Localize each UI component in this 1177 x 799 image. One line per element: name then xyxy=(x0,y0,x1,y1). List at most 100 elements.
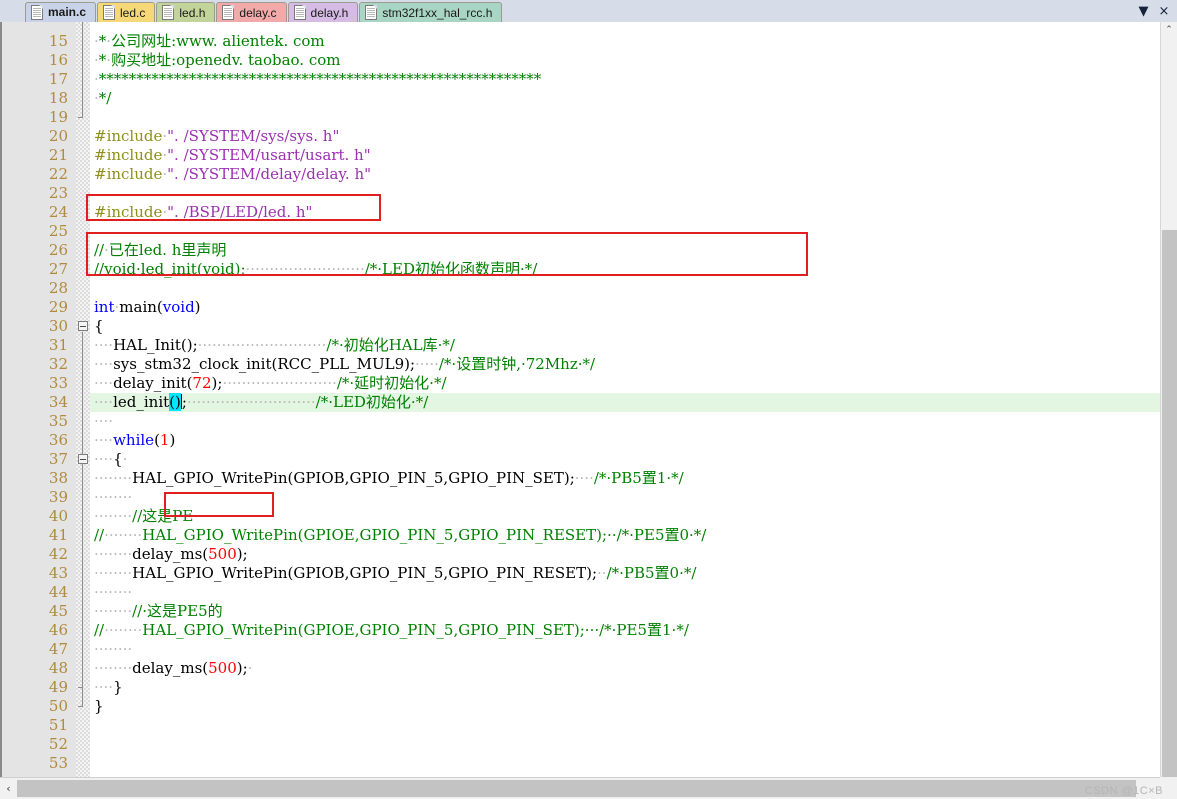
token-ws: ········ xyxy=(104,621,143,639)
token-ws: ········ xyxy=(94,469,133,487)
code-line[interactable]: #include·". /SYSTEM/delay/delay. h" xyxy=(94,165,371,184)
code-text-area[interactable]: ·*·公司网址:www. alientek. com ·*·购买地址:opened… xyxy=(90,22,1177,777)
tab-delay-c[interactable]: delay.c xyxy=(216,2,287,22)
csdn-watermark: CSDN @1C×B xyxy=(1084,785,1163,797)
token-ws: ··························· xyxy=(186,393,316,411)
tab-delay-h[interactable]: delay.h xyxy=(287,2,359,22)
code-line[interactable]: ····HAL_Init();·························… xyxy=(94,336,455,355)
code-line[interactable]: ········HAL_GPIO_WritePin(GPIOB,GPIO_PIN… xyxy=(94,564,696,583)
token-com: //这是PE xyxy=(132,507,194,525)
line-number: 43 xyxy=(48,564,68,582)
token-pre: #include xyxy=(94,165,163,183)
code-line[interactable]: ·*·公司网址:www. alientek. com xyxy=(94,32,325,51)
line-number: 15 xyxy=(48,32,68,50)
fold-margin[interactable] xyxy=(76,22,90,777)
code-line[interactable]: { xyxy=(94,317,104,336)
code-line[interactable]: ····while(1) xyxy=(94,431,175,450)
token-ws: ··························· xyxy=(197,336,327,354)
code-editor[interactable]: 15 16 17 18 19 20 21 22 23 24 25 26 27 28 29 30 31 32 33 34… xyxy=(0,22,1177,777)
line-number: 37 xyxy=(48,450,68,468)
token-op: (GPIOB,GPIO_PIN_5,GPIO_PIN_SET); xyxy=(287,469,575,487)
token-com: // xyxy=(94,526,105,544)
code-line[interactable]: ····} xyxy=(94,678,123,697)
tab-bar: main.c led.c led.h delay.c delay.h stm32f1xx_… xyxy=(0,0,1177,23)
tab-main-c[interactable]: main.c xyxy=(25,2,97,22)
tab-stm32f1xx-hal-rcc-h[interactable]: stm32f1xx_hal_rcc.h xyxy=(359,2,503,22)
token-ws: ···· xyxy=(94,431,114,449)
vertical-scrollbar-thumb[interactable] xyxy=(1162,230,1177,782)
code-line[interactable]: int·main(void) xyxy=(94,298,201,317)
token-str: ". /BSP/LED/led. h" xyxy=(167,203,313,221)
code-line[interactable]: #include·". /SYSTEM/sys/sys. h" xyxy=(94,127,339,146)
token-id: HAL_GPIO_WritePin xyxy=(132,564,288,582)
code-line[interactable]: ·*/ xyxy=(94,89,111,108)
token-ws: ········ xyxy=(94,564,133,582)
line-number: 30 xyxy=(48,317,68,335)
scroll-up-arrow-icon[interactable]: ⌃ xyxy=(1161,22,1177,38)
code-line[interactable]: ·*·购买地址:openedv. taobao. com xyxy=(94,51,341,70)
token-kw: void xyxy=(162,298,195,316)
vertical-scrollbar[interactable]: ⌃ ⌄ xyxy=(1160,22,1177,782)
line-number: 52 xyxy=(48,735,68,753)
token-id: sys_stm32_clock_init xyxy=(113,355,272,373)
code-line[interactable]: ········ xyxy=(94,488,132,507)
fold-toggle-icon[interactable] xyxy=(78,321,88,331)
line-number: 29 xyxy=(48,298,68,316)
token-com: /*·LED初始化·*/ xyxy=(315,393,429,411)
code-line[interactable]: #include·". /BSP/LED/led. h" xyxy=(94,203,312,222)
line-number: 18 xyxy=(48,89,68,107)
close-icon[interactable]: × xyxy=(1159,5,1170,18)
line-number: 17 xyxy=(48,70,68,88)
code-line[interactable]: ·***************************************… xyxy=(94,70,541,89)
code-line[interactable]: ········ xyxy=(94,583,132,602)
fold-toggle-icon[interactable] xyxy=(78,454,88,464)
fold-guide-end xyxy=(78,706,83,707)
line-number: 36 xyxy=(48,431,68,449)
fold-guide-end xyxy=(78,687,83,688)
document-icon xyxy=(293,5,306,20)
code-line[interactable]: ········ xyxy=(94,640,132,659)
token-com: /*·PB5置1·*/ xyxy=(593,469,684,487)
token-ws: ········ xyxy=(94,488,133,506)
fold-guide-line xyxy=(82,22,83,117)
code-line[interactable]: ····delay_init(72);·····················… xyxy=(94,374,447,393)
code-line[interactable]: //void·led_init(void);··················… xyxy=(94,260,537,279)
token-ws: ········ xyxy=(94,659,133,677)
code-line[interactable]: ········//这是PE xyxy=(94,507,193,526)
token-op: ); xyxy=(211,374,223,392)
token-id: delay_ms xyxy=(132,659,203,677)
line-number: 26 xyxy=(48,241,68,259)
token-op: { xyxy=(94,317,104,335)
notepad-editor-window: main.c led.c led.h delay.c delay.h stm32f1xx_… xyxy=(0,0,1177,799)
token-ws: ········ xyxy=(104,526,143,544)
line-number: 24 xyxy=(48,203,68,221)
token-id: led_init xyxy=(113,393,170,411)
code-line[interactable]: #include·". /SYSTEM/usart/usart. h" xyxy=(94,146,371,165)
line-number: 16 xyxy=(48,51,68,69)
code-line[interactable]: //········HAL_GPIO_WritePin(GPIOE,GPIO_P… xyxy=(94,526,706,545)
code-line[interactable]: ····sys_stm32_clock_init(RCC_PLL_MUL9);·… xyxy=(94,355,595,374)
chevron-down-icon[interactable]: ▼ xyxy=(1139,5,1149,18)
token-str: ". /SYSTEM/delay/delay. h" xyxy=(167,165,372,183)
scroll-left-arrow-icon[interactable]: ‹ xyxy=(0,779,17,798)
code-line[interactable]: //·已在led. h里声明 xyxy=(94,241,226,260)
code-line[interactable]: ········delay_ms(500); xyxy=(94,545,248,564)
code-line[interactable]: ····led_init();·························… xyxy=(94,393,428,412)
tab-led-c[interactable]: led.c xyxy=(97,2,156,22)
token-pre: #include xyxy=(94,146,163,164)
code-line[interactable]: } xyxy=(94,697,104,716)
code-line[interactable]: ········delay_ms(500);· xyxy=(94,659,252,678)
line-number: 39 xyxy=(48,488,68,506)
horizontal-scrollbar[interactable]: ‹ xyxy=(0,777,1160,799)
token-com: HAL_GPIO_WritePin(GPIOE,GPIO_PIN_5,GPIO_… xyxy=(142,526,707,544)
code-line[interactable]: ········//·这是PE5的 xyxy=(94,602,223,621)
token-ws: ········ xyxy=(94,602,133,620)
horizontal-scrollbar-thumb[interactable] xyxy=(17,780,1136,797)
code-line[interactable]: ········HAL_GPIO_WritePin(GPIOB,GPIO_PIN… xyxy=(94,469,684,488)
tab-label: led.h xyxy=(179,5,206,20)
code-line[interactable]: //········HAL_GPIO_WritePin(GPIOE,GPIO_P… xyxy=(94,621,689,640)
line-number: 49 xyxy=(48,678,68,696)
code-line[interactable]: ···· xyxy=(94,412,113,431)
tab-led-h[interactable]: led.h xyxy=(156,2,216,22)
code-line[interactable]: ····{· xyxy=(94,450,127,469)
